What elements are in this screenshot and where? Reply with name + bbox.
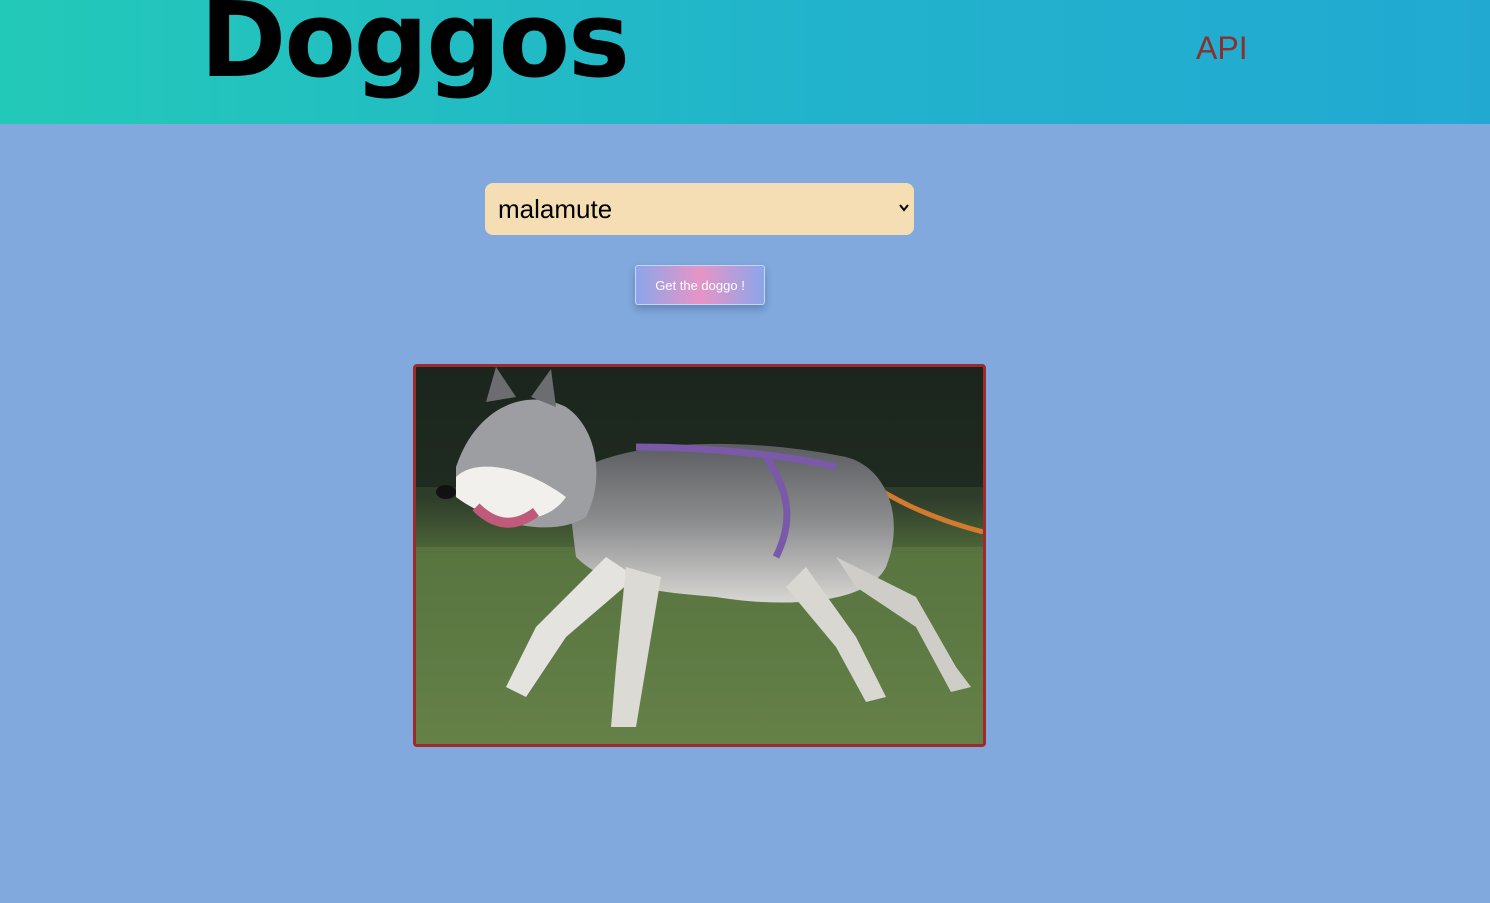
site-logo: Doggos — [200, 0, 630, 101]
api-link[interactable]: API — [1196, 30, 1248, 67]
chevron-down-icon — [899, 204, 909, 212]
dog-photo — [413, 364, 986, 747]
dog-image — [416, 367, 983, 744]
get-doggo-button[interactable]: Get the doggo ! — [635, 265, 765, 305]
breed-select[interactable]: malamute — [485, 183, 914, 235]
site-header: Doggos API — [0, 0, 1490, 124]
breed-select-container: malamute — [485, 183, 914, 235]
